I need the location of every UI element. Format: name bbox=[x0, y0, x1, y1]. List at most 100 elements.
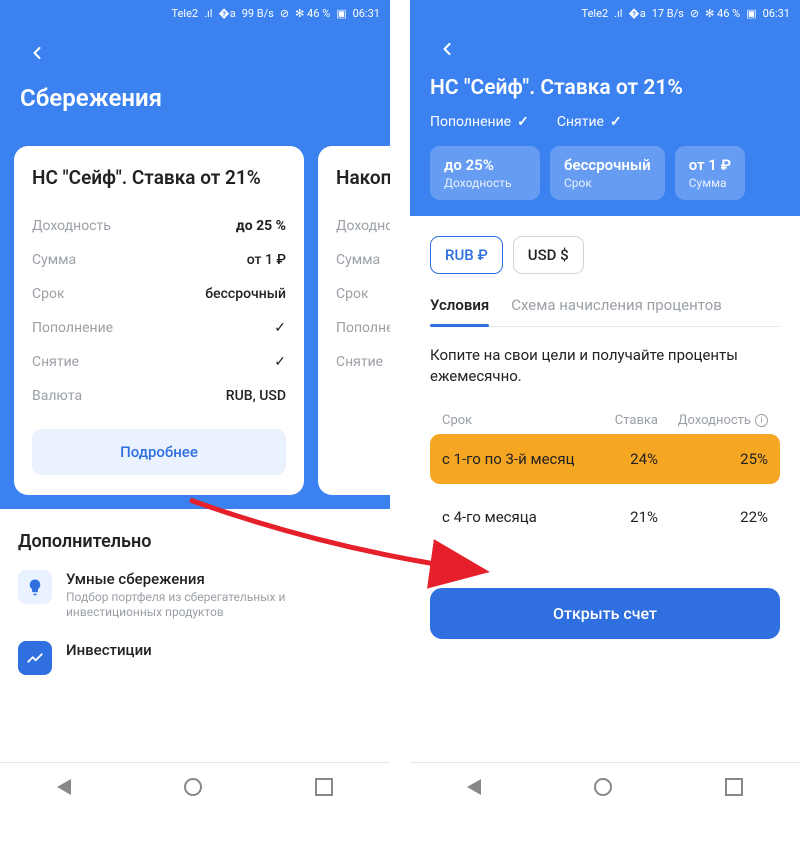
product-card-next: Накопительный счет Доходность Сумма Срок… bbox=[318, 146, 390, 495]
details-button[interactable]: Подробнее bbox=[32, 429, 286, 475]
check-icon: ✓ bbox=[610, 114, 622, 130]
battery-icon: ▣ bbox=[336, 7, 346, 20]
carrier: Tele2 bbox=[582, 7, 609, 20]
speed: 99 B/s bbox=[242, 7, 274, 20]
value: от 1 ₽ bbox=[689, 156, 731, 174]
item-text: Умные сбережения Подбор портфеля из сбер… bbox=[66, 570, 372, 621]
chart-icon bbox=[18, 641, 52, 675]
nav-home-icon[interactable] bbox=[184, 778, 202, 796]
row-topup: Пополнение ✓ bbox=[32, 311, 286, 345]
signal-icon: .ıl bbox=[204, 7, 212, 20]
label: Пополнение bbox=[430, 114, 511, 130]
item-investments[interactable]: Инвестиции bbox=[18, 641, 372, 675]
shield-icon: ⊘ bbox=[690, 7, 699, 20]
wifi-icon: �a bbox=[628, 7, 645, 20]
phone-right: Tele2 .ıl �a 17 B/s ⊘ ✻ 46 % ▣ 06:31 НС … bbox=[410, 0, 800, 810]
row-topup: Пополнение bbox=[336, 311, 390, 345]
label: Пополнение bbox=[32, 320, 113, 336]
label: Доходность bbox=[444, 176, 526, 190]
feature-topup: Пополнение ✓ bbox=[430, 114, 529, 130]
feature-row: Пополнение ✓ Снятие ✓ bbox=[430, 114, 780, 130]
section-title: Дополнительно bbox=[18, 531, 372, 552]
row-sum: Сумма от 1 ₽ bbox=[32, 243, 286, 277]
label: Снятие bbox=[32, 354, 79, 370]
check-icon: ✓ bbox=[274, 320, 286, 336]
status-bar: Tele2 .ıl �a 17 B/s ⊘ ✻ 46 % ▣ 06:31 bbox=[410, 0, 800, 26]
info-icon[interactable]: i bbox=[755, 414, 768, 427]
divider: _ bbox=[434, 550, 780, 574]
term: с 4-го месяца bbox=[442, 508, 588, 526]
additional-section: Дополнительно Умные сбережения Подбор по… bbox=[0, 509, 390, 705]
currency-selector: RUB ₽ USD $ bbox=[430, 236, 780, 274]
yield: 25% bbox=[658, 450, 768, 468]
bt-battery: ✻ 46 % bbox=[705, 7, 740, 20]
page-title: Сбережения bbox=[20, 84, 370, 112]
currency-rub[interactable]: RUB ₽ bbox=[430, 236, 503, 274]
label: Снятие bbox=[557, 114, 604, 130]
feature-withdraw: Снятие ✓ bbox=[557, 114, 622, 130]
item-title: Инвестиции bbox=[66, 641, 152, 659]
clock: 06:31 bbox=[763, 7, 790, 20]
th-term: Срок bbox=[442, 413, 588, 428]
nav-recent-icon[interactable] bbox=[725, 778, 743, 796]
product-body: RUB ₽ USD $ Условия Схема начисления про… bbox=[410, 216, 800, 762]
value: до 25 % bbox=[236, 218, 286, 234]
nav-recent-icon[interactable] bbox=[315, 778, 333, 796]
tab-scheme[interactable]: Схема начисления процентов bbox=[511, 296, 722, 326]
nav-back-icon[interactable] bbox=[57, 779, 71, 795]
description: Копите на свои цели и получайте проценты… bbox=[430, 345, 780, 387]
row-yield: Доходность до 25 % bbox=[32, 209, 286, 243]
cards-carousel[interactable]: НС "Сейф". Ставка от 21% Доходность до 2… bbox=[0, 132, 390, 509]
product-title: НС "Сейф". Ставка от 21% bbox=[430, 76, 780, 100]
pill-sum: от 1 ₽ Сумма bbox=[675, 146, 745, 200]
check-icon: ✓ bbox=[517, 114, 529, 130]
wifi-icon: �a bbox=[218, 7, 235, 20]
th-rate: Ставка bbox=[588, 413, 658, 428]
item-smart-savings[interactable]: Умные сбережения Подбор портфеля из сбер… bbox=[18, 570, 372, 621]
tabs: Условия Схема начисления процентов bbox=[430, 296, 780, 327]
row-sum: Сумма bbox=[336, 243, 390, 277]
label: Валюта bbox=[32, 388, 82, 404]
nav-home-icon[interactable] bbox=[594, 778, 612, 796]
th-yield: Доходность i bbox=[658, 413, 768, 428]
currency-usd[interactable]: USD $ bbox=[513, 236, 584, 274]
rate: 21% bbox=[588, 508, 658, 526]
product-header: НС "Сейф". Ставка от 21% Пополнение ✓ Сн… bbox=[410, 26, 800, 216]
open-account-button[interactable]: Открыть счет bbox=[430, 588, 780, 639]
back-button[interactable] bbox=[20, 36, 54, 70]
bt-battery: ✻ 46 % bbox=[295, 7, 330, 20]
pill-yield: до 25% Доходность bbox=[430, 146, 540, 200]
label: Сумма bbox=[689, 176, 731, 190]
rate: 24% bbox=[588, 450, 658, 468]
value: до 25% bbox=[444, 156, 526, 174]
term: с 1-го по 3-й месяц bbox=[442, 450, 588, 468]
back-button[interactable] bbox=[430, 32, 464, 66]
row-withdraw: Снятие ✓ bbox=[32, 345, 286, 379]
label: Доходность bbox=[32, 218, 111, 234]
lightbulb-icon bbox=[18, 570, 52, 604]
label: Срок bbox=[32, 286, 65, 302]
value: от 1 ₽ bbox=[247, 252, 286, 268]
value: RUB, USD bbox=[226, 388, 286, 404]
card-title: НС "Сейф". Ставка от 21% bbox=[32, 166, 286, 191]
label: Сумма bbox=[32, 252, 76, 268]
rate-row: с 4-го месяца 21% 22% bbox=[430, 492, 780, 542]
label: Срок bbox=[564, 176, 651, 190]
phone-left: Tele2 .ıl �a 99 B/s ⊘ ✻ 46 % ▣ 06:31 Сбе… bbox=[0, 0, 390, 810]
row-term: Срок бессрочный bbox=[32, 277, 286, 311]
rate-row-highlighted: с 1-го по 3-й месяц 24% 25% bbox=[430, 434, 780, 484]
card-title: Накопительный счет bbox=[336, 166, 390, 191]
speed: 17 B/s bbox=[652, 7, 684, 20]
battery-icon: ▣ bbox=[746, 7, 756, 20]
pill-row: до 25% Доходность бессрочный Срок от 1 ₽… bbox=[430, 146, 780, 200]
pill-term: бессрочный Срок bbox=[550, 146, 665, 200]
header: Сбережения bbox=[0, 26, 390, 132]
tab-conditions[interactable]: Условия bbox=[430, 296, 489, 326]
signal-icon: .ıl bbox=[614, 7, 622, 20]
system-nav-bar bbox=[0, 762, 390, 810]
system-nav-bar bbox=[410, 762, 800, 810]
item-title: Умные сбережения bbox=[66, 570, 372, 588]
nav-back-icon[interactable] bbox=[467, 779, 481, 795]
row-withdraw: Снятие bbox=[336, 345, 390, 379]
clock: 06:31 bbox=[353, 7, 380, 20]
